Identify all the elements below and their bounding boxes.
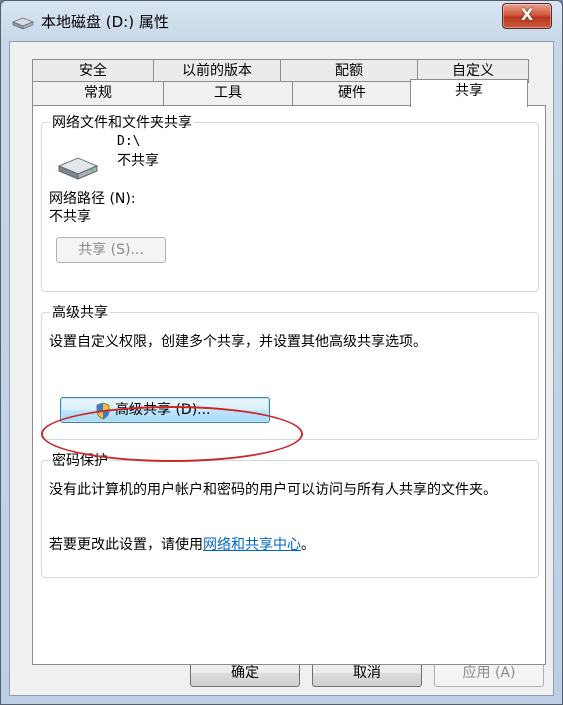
drive-path: D:\ [117,134,141,149]
close-icon: X [520,5,534,24]
close-button[interactable]: X [502,3,552,29]
share-button[interactable]: 共享 (S)... [56,237,166,263]
network-path-label: 网络路径 (N): [49,191,136,207]
window-title: 本地磁盘 (D:) 属性 [41,13,169,31]
change-setting-line: 若要更改此设置，请使用网络和共享中心。 [49,534,315,554]
network-sharing-center-link[interactable]: 网络和共享中心 [203,537,301,553]
dialog-client: 安全 以前的版本 配额 自定义 常规 工具 硬件 共享 网络文件和文件夹共享 D… [9,41,554,696]
change-setting-suffix: 。 [301,537,315,553]
drive-share-status: 不共享 [117,153,159,169]
tab-security[interactable]: 安全 [32,59,154,83]
hard-disk-icon [55,152,101,186]
tab-sharing[interactable]: 共享 [410,79,528,107]
tab-quota[interactable]: 配额 [280,59,418,83]
title-bar[interactable]: 本地磁盘 (D:) 属性 X [1,1,562,41]
tab-hardware[interactable]: 硬件 [292,81,412,105]
advanced-sharing-description: 设置自定义权限，创建多个共享，并设置其他高级共享选项。 [49,334,427,350]
tab-tools[interactable]: 工具 [163,81,293,105]
change-setting-prefix: 若要更改此设置，请使用 [49,537,203,553]
tab-previous-versions[interactable]: 以前的版本 [153,59,281,83]
drive-icon [11,15,35,31]
properties-window: 本地磁盘 (D:) 属性 X 安全 以前的版本 配额 自定义 常规 工具 硬件 … [0,0,563,705]
network-sharing-legend: 网络文件和文件夹共享 [52,115,192,131]
advanced-sharing-legend: 高级共享 [52,305,108,321]
password-protection-description: 没有此计算机的用户帐户和密码的用户可以访问与所有人共享的文件夹。 [49,482,497,498]
network-path-value: 不共享 [49,209,91,225]
password-protection-group: 密码保护 [41,450,539,578]
highlight-annotation [41,406,303,462]
tab-general[interactable]: 常规 [32,81,164,105]
sharing-tab-panel: 网络文件和文件夹共享 D:\ 不共享 网络路径 (N): 不共享 共享 (S).… [32,105,546,665]
